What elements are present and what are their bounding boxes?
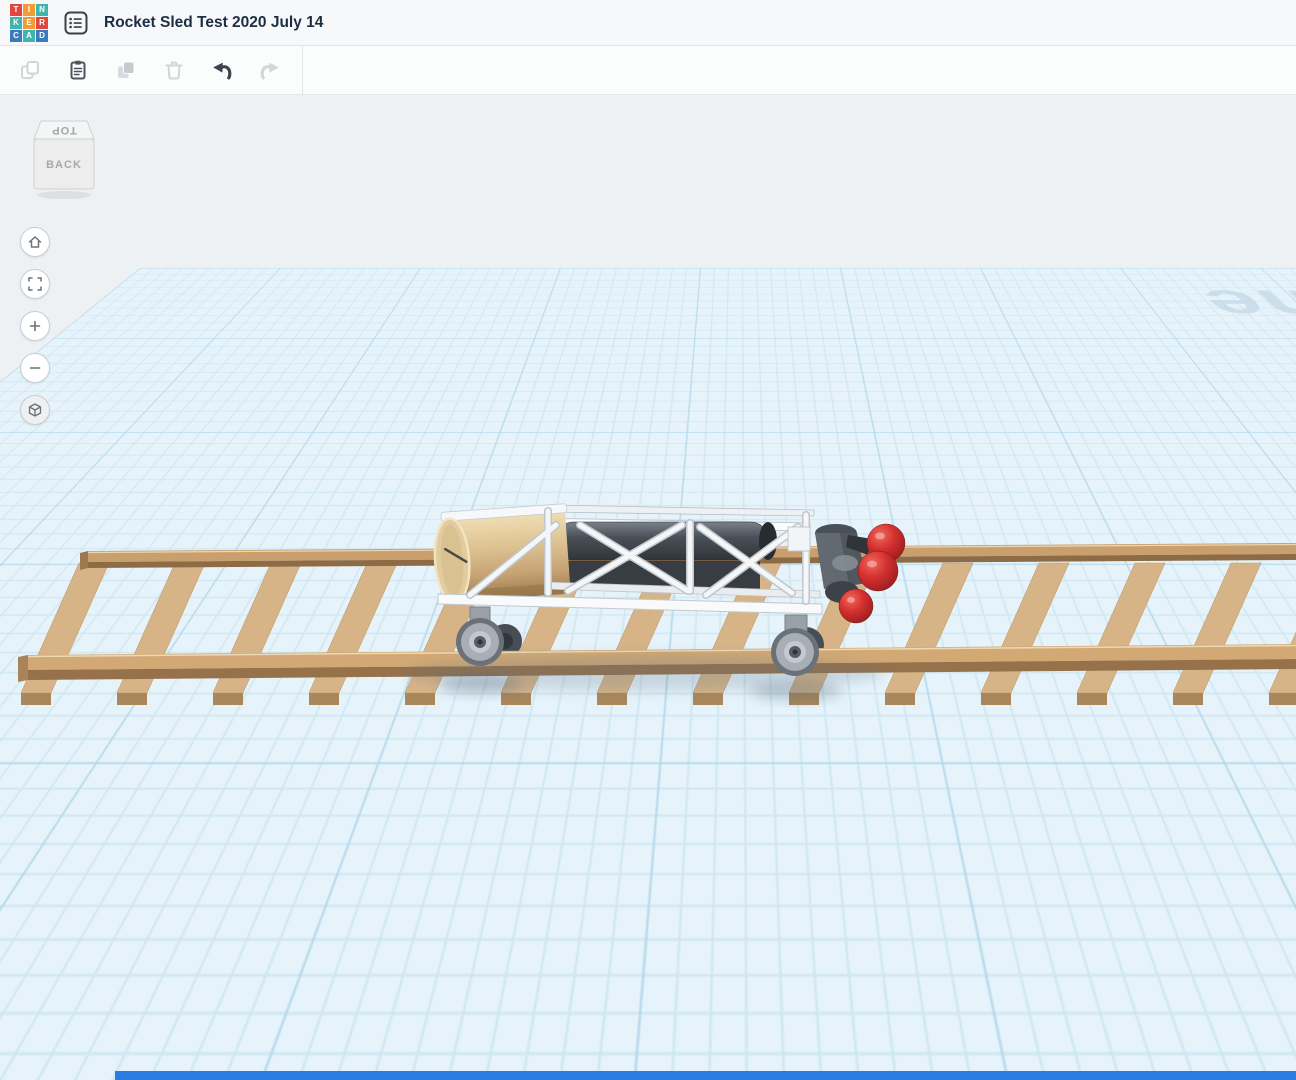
3d-viewport[interactable]: Workplane (0, 95, 1296, 1080)
undo-button[interactable] (200, 51, 244, 89)
view-mode-button[interactable] (20, 395, 50, 425)
logo-tile: D (36, 30, 48, 42)
minus-icon (27, 360, 43, 376)
logo-tile: I (23, 4, 35, 16)
undo-arrow-icon (210, 58, 234, 82)
copy-button[interactable] (8, 51, 52, 89)
home-icon (27, 234, 43, 250)
fit-view-button[interactable] (20, 269, 50, 299)
view-tools (20, 227, 50, 425)
tinkercad-app: T I N K E R C A D Rocket Sled Test 2020 … (0, 0, 1296, 1080)
plus-icon (27, 318, 43, 334)
design-title[interactable]: Rocket Sled Test 2020 July 14 (104, 14, 323, 32)
logo-tile: K (10, 17, 22, 29)
edit-toolbar (0, 46, 1296, 95)
toolbar-divider (302, 46, 303, 94)
duplicate-icon (114, 58, 138, 82)
zoom-out-button[interactable] (20, 353, 50, 383)
fit-view-icon (27, 276, 43, 292)
logo-tile: E (23, 17, 35, 29)
view-cube[interactable]: TOP BACK (26, 117, 102, 201)
view-cube-top-label: TOP (51, 124, 76, 136)
tinkercad-logo[interactable]: T I N K E R C A D (10, 4, 48, 42)
rear-wheel (771, 615, 819, 676)
home-view-button[interactable] (20, 227, 50, 257)
redo-arrow-icon (258, 58, 282, 82)
perspective-cube-icon (27, 402, 43, 418)
trash-icon (162, 58, 186, 82)
scene (0, 95, 1296, 1080)
paste-button[interactable] (56, 51, 100, 89)
delete-button[interactable] (152, 51, 196, 89)
logo-tile: T (10, 4, 22, 16)
redo-button[interactable] (248, 51, 292, 89)
design-menu-button[interactable] (61, 8, 91, 38)
list-icon (63, 10, 89, 36)
copy-icon (18, 58, 42, 82)
logo-tile: A (23, 30, 35, 42)
paste-icon (66, 58, 90, 82)
bottom-accent-bar (115, 1071, 1296, 1080)
logo-tile: C (10, 30, 22, 42)
view-cube-front-label: BACK (46, 159, 82, 171)
header: T I N K E R C A D Rocket Sled Test 2020 … (0, 0, 1296, 46)
duplicate-button[interactable] (104, 51, 148, 89)
zoom-in-button[interactable] (20, 311, 50, 341)
logo-tile: R (36, 17, 48, 29)
logo-tile: N (36, 4, 48, 16)
